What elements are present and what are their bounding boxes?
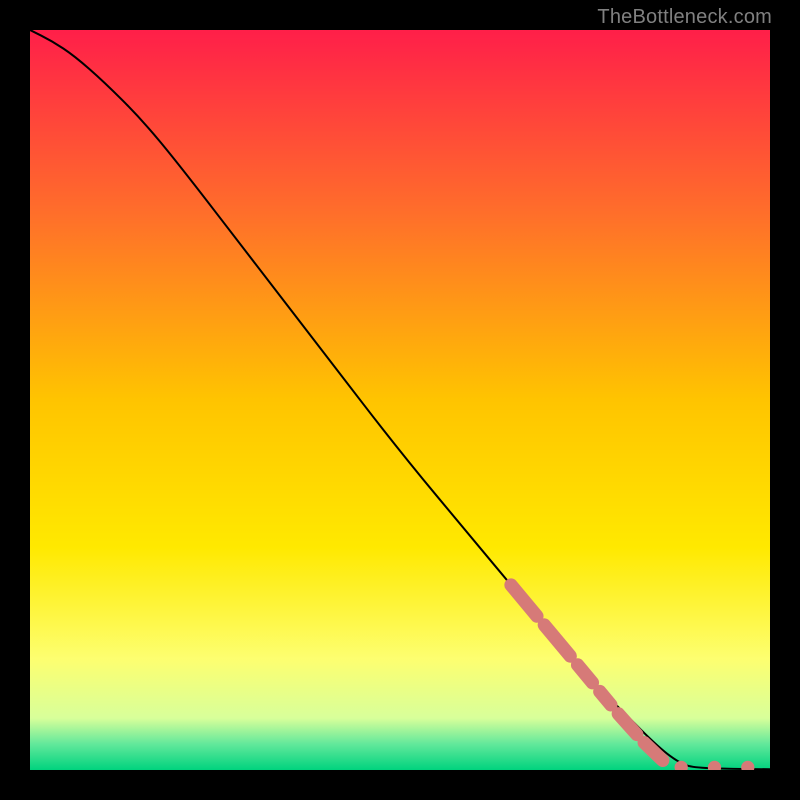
gradient-background <box>30 30 770 770</box>
chart-container <box>30 30 770 770</box>
marker-segment <box>600 692 611 705</box>
outer-frame: TheBottleneck.com <box>0 0 800 800</box>
chart-svg <box>30 30 770 770</box>
branding-text: TheBottleneck.com <box>597 6 772 29</box>
